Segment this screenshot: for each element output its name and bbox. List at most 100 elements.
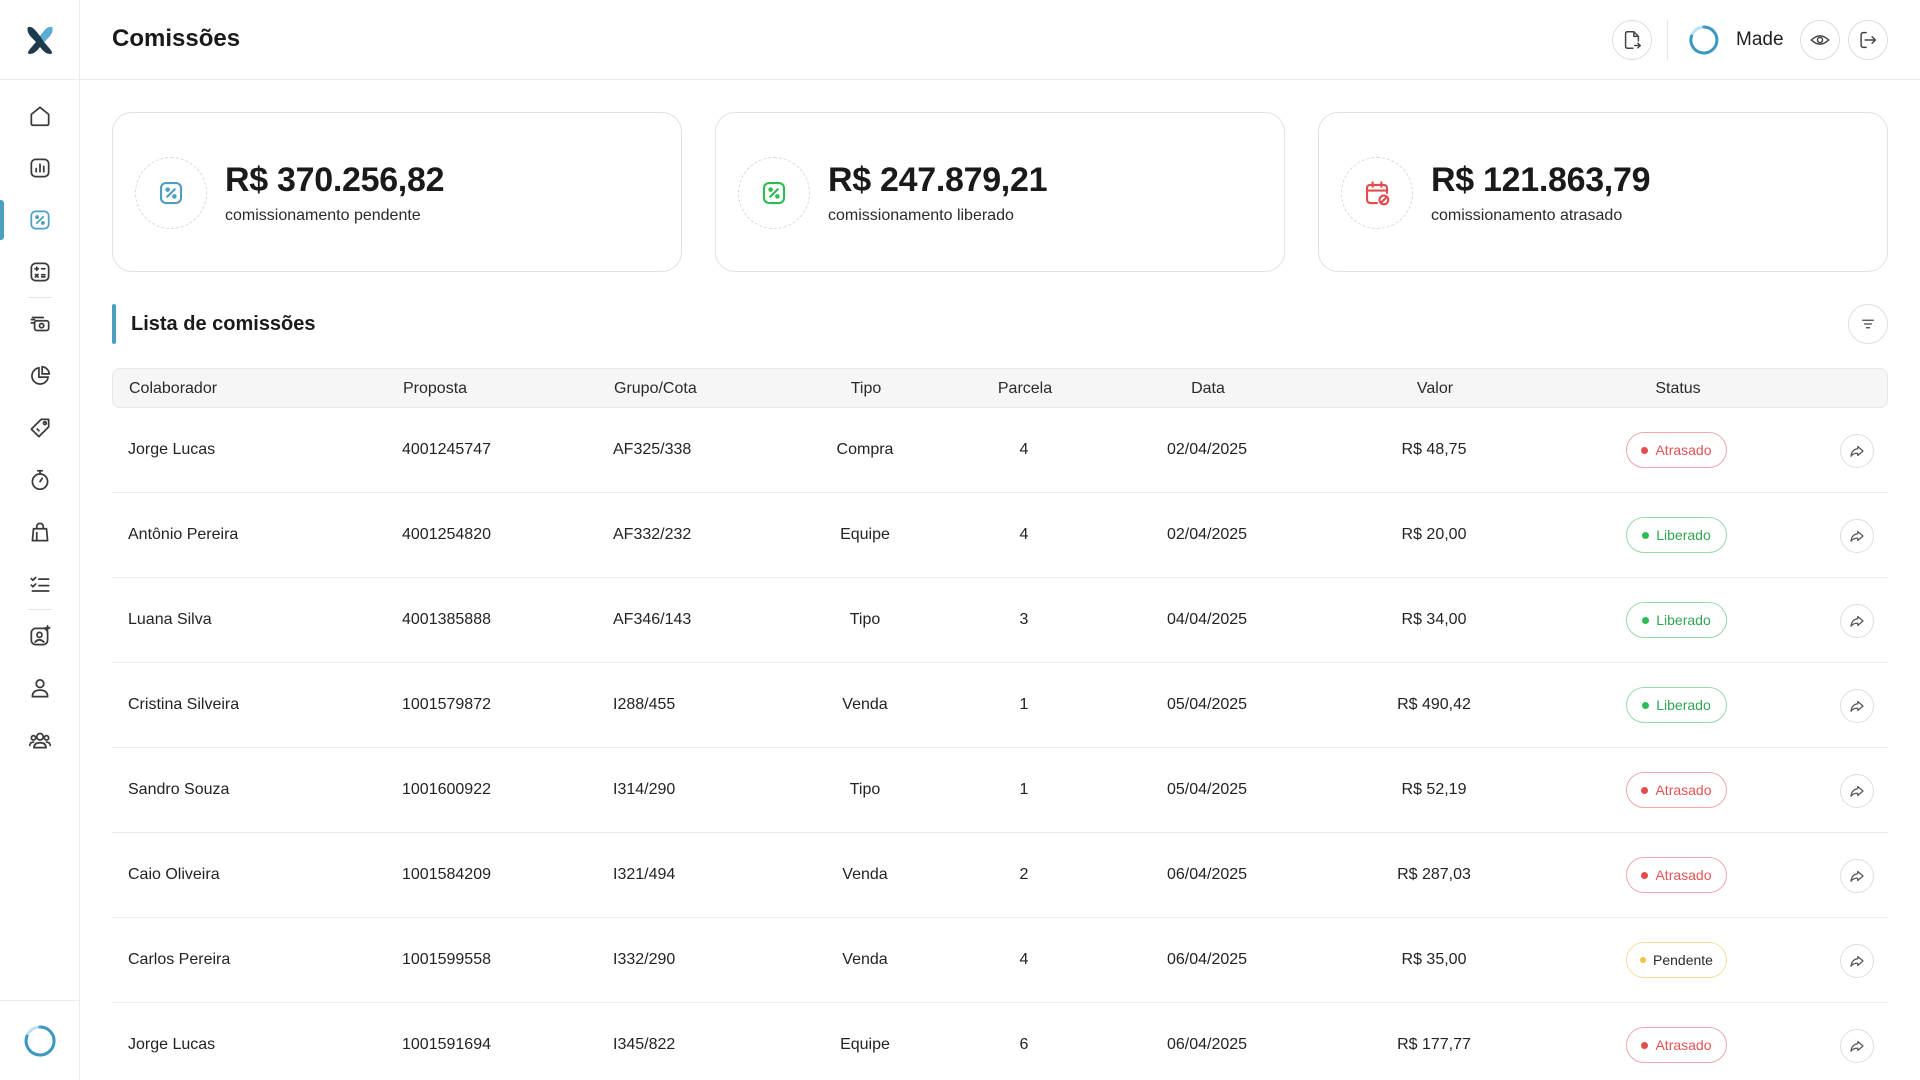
sidebar-item-profile-ai[interactable]: [0, 610, 80, 662]
sidebar-item-orders[interactable]: [0, 506, 80, 558]
sidebar-item-home[interactable]: [0, 90, 80, 142]
table-row[interactable]: Luana Silva 4001385888 AF346/143 Tipo 3 …: [112, 578, 1888, 663]
share-button[interactable]: [1840, 434, 1874, 468]
share-button[interactable]: [1840, 519, 1874, 553]
sidebar-item-calculator[interactable]: [0, 246, 80, 298]
column-header-data[interactable]: Data: [1191, 380, 1225, 398]
column-header-colaborador[interactable]: Colaborador: [129, 380, 217, 398]
table-row[interactable]: Antônio Pereira 4001254820 AF332/232 Equ…: [112, 493, 1888, 578]
column-header-parcela[interactable]: Parcela: [998, 380, 1052, 398]
percent-icon: [159, 181, 183, 205]
column-header-tipo[interactable]: Tipo: [851, 380, 882, 398]
share-forward-icon: [1850, 955, 1864, 967]
cell-proposta: 4001385888: [402, 611, 491, 628]
cell-data: 05/04/2025: [1166, 696, 1248, 713]
sidebar-item-tags[interactable]: [0, 402, 80, 454]
cell-grupo-cota: I345/822: [613, 1036, 676, 1053]
status-badge: Liberado: [1626, 602, 1727, 638]
stopwatch-icon: [31, 469, 49, 491]
cell-grupo-cota: I332/290: [613, 951, 676, 968]
share-button[interactable]: [1840, 859, 1874, 893]
user-name[interactable]: Made: [1736, 29, 1784, 51]
status-label: Pendente: [1653, 952, 1713, 968]
page-title: Comissões: [112, 25, 241, 52]
sidebar-item-statistics[interactable]: [0, 350, 80, 402]
share-button[interactable]: [1840, 1029, 1874, 1063]
summary-value: R$ 121.863,79: [1431, 161, 1651, 199]
cell-colaborador: Caio Oliveira: [128, 866, 220, 883]
section-accent-bar: [112, 304, 116, 344]
status-label: Liberado: [1656, 612, 1711, 628]
sidebar-item-tasks[interactable]: [0, 558, 80, 610]
logout-icon: [1860, 31, 1877, 49]
percent-icon: [30, 210, 50, 230]
share-forward-icon: [1850, 785, 1864, 797]
cell-parcela: 1: [1019, 781, 1029, 798]
logout-button[interactable]: [1848, 20, 1888, 60]
cell-valor: R$ 490,42: [1397, 696, 1471, 713]
checklist-icon: [30, 576, 50, 592]
cell-valor: R$ 34,00: [1401, 611, 1467, 628]
sidebar-item-reports[interactable]: [0, 142, 80, 194]
bag-icon: [31, 522, 49, 542]
status-dot: [1642, 701, 1650, 709]
cell-tipo: Tipo: [849, 781, 881, 798]
section-title: Lista de comissões: [131, 313, 316, 335]
cell-grupo-cota: I314/290: [613, 781, 676, 798]
share-button[interactable]: [1840, 944, 1874, 978]
table-row[interactable]: Jorge Lucas 4001245747 AF325/338 Compra …: [112, 408, 1888, 493]
cell-proposta: 4001245747: [402, 441, 491, 458]
summary-label: comissionamento pendente: [225, 207, 421, 224]
status-label: Atrasado: [1655, 867, 1712, 883]
table-row[interactable]: Carlos Pereira 1001599558 I332/290 Venda…: [112, 918, 1888, 1003]
share-button[interactable]: [1840, 774, 1874, 808]
export-button[interactable]: [1612, 20, 1652, 60]
table-row[interactable]: Jorge Lucas 1001591694 I345/822 Equipe 6…: [112, 1003, 1888, 1080]
cell-tipo: Venda: [842, 696, 888, 713]
sidebar-item-commissions[interactable]: [0, 194, 80, 246]
summary-card-icon: [135, 157, 207, 229]
status-badge: Atrasado: [1626, 857, 1727, 893]
cell-proposta: 1001584209: [402, 866, 491, 883]
sidebar-item-timer[interactable]: [0, 454, 80, 506]
user-avatar-ring-icon: [1689, 25, 1719, 55]
sidebar-item-user[interactable]: [0, 662, 80, 714]
cell-parcela: 4: [1019, 526, 1029, 543]
eye-icon: [1810, 35, 1830, 45]
status-badge: Pendente: [1626, 942, 1727, 978]
sidebar-item-team[interactable]: [0, 714, 80, 766]
summary-card-icon: [1341, 157, 1413, 229]
cell-grupo-cota: AF332/232: [613, 526, 692, 543]
summary-card-late: R$ 121.863,79 comissionamento atrasado: [1318, 112, 1888, 272]
app-logo[interactable]: [0, 0, 80, 80]
table-row[interactable]: Sandro Souza 1001600922 I314/290 Tipo 1 …: [112, 748, 1888, 833]
cell-colaborador: Sandro Souza: [128, 781, 230, 798]
column-header-valor[interactable]: Valor: [1417, 380, 1453, 398]
pie-chart-icon: [31, 365, 51, 385]
cell-parcela: 6: [1019, 1036, 1029, 1053]
table-row[interactable]: Caio Oliveira 1001584209 I321/494 Venda …: [112, 833, 1888, 918]
cell-parcela: 4: [1019, 951, 1029, 968]
filter-button[interactable]: [1848, 304, 1888, 344]
status-badge: Atrasado: [1626, 432, 1727, 468]
cell-grupo-cota: AF325/338: [613, 441, 692, 458]
table-row[interactable]: Cristina Silveira 1001579872 I288/455 Ve…: [112, 663, 1888, 748]
cell-valor: R$ 177,77: [1397, 1036, 1471, 1053]
cell-colaborador: Jorge Lucas: [128, 441, 216, 458]
x-logo-icon: [27, 26, 53, 54]
sidebar-item-cash[interactable]: [0, 298, 80, 350]
cell-data: 04/04/2025: [1166, 611, 1248, 628]
cell-proposta: 1001579872: [402, 696, 491, 713]
summary-value: R$ 247.879,21: [828, 161, 1048, 199]
cell-data: 06/04/2025: [1166, 1036, 1248, 1053]
column-header-grupo-cota[interactable]: Grupo/Cota: [614, 380, 697, 398]
cell-parcela: 4: [1019, 441, 1029, 458]
column-header-proposta[interactable]: Proposta: [403, 380, 467, 398]
visibility-toggle-button[interactable]: [1800, 20, 1840, 60]
status-badge: Liberado: [1626, 517, 1727, 553]
share-button[interactable]: [1840, 604, 1874, 638]
column-header-status[interactable]: Status: [1655, 380, 1700, 398]
share-button[interactable]: [1840, 689, 1874, 723]
status-dot: [1642, 531, 1650, 539]
home-icon: [30, 106, 50, 127]
